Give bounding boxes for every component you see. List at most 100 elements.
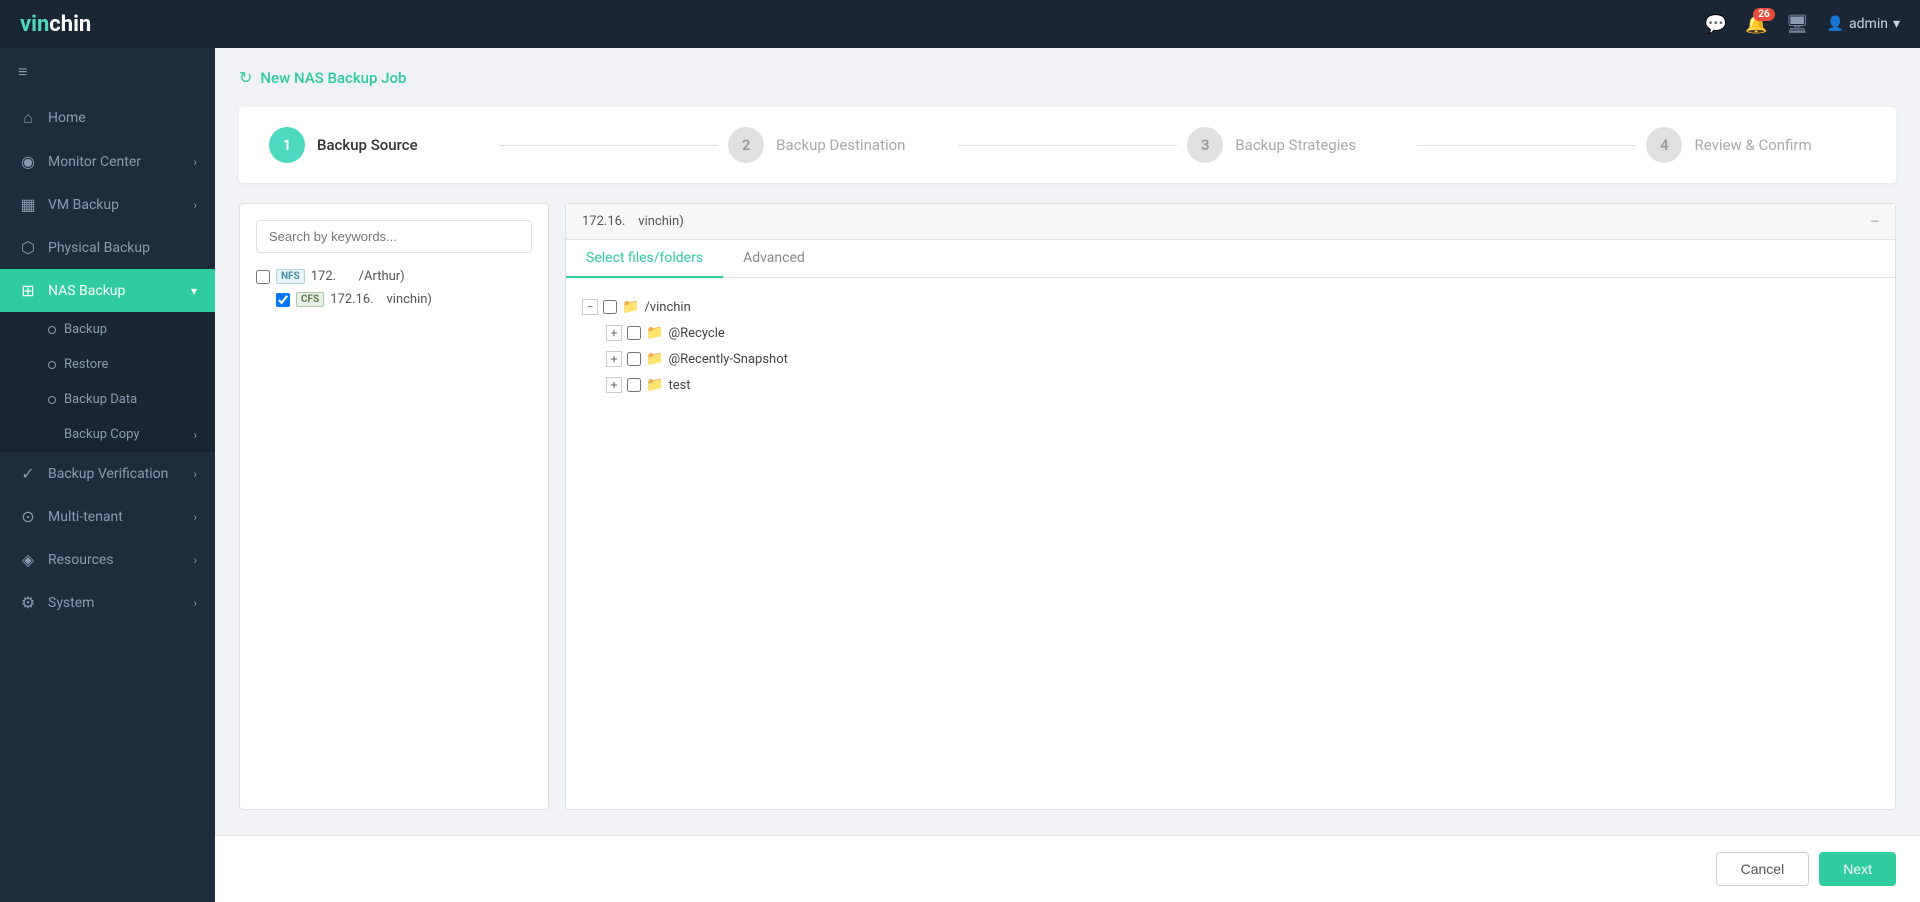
file-label-recycle: @Recycle — [668, 326, 724, 341]
folder-icon: 📁 — [646, 351, 663, 367]
system-icon: ⚙ — [18, 593, 38, 612]
navbar: vinchin 💬 🔔 26 🖥 👤 admin ▾ — [0, 0, 1920, 48]
messages-icon[interactable]: 💬 — [1705, 14, 1727, 35]
file-checkbox-snapshot[interactable] — [627, 352, 641, 366]
user-chevron-icon: ▾ — [1893, 16, 1900, 32]
sidebar-item-label: Home — [48, 110, 86, 126]
chevron-icon: › — [193, 467, 197, 481]
expand-icon[interactable]: + — [606, 351, 622, 367]
sidebar-item-label: Monitor Center — [48, 154, 141, 170]
wizard-divider-1 — [499, 145, 719, 146]
dot-icon — [48, 361, 56, 369]
tab-select-files[interactable]: Select files/folders — [566, 240, 723, 278]
file-tree-children: + 📁 @Recycle + 📁 @R — [582, 320, 1879, 398]
file-tree-item-snapshot[interactable]: + 📁 @Recently-Snapshot — [606, 346, 1879, 372]
multi-tenant-icon: ⊙ — [18, 507, 38, 526]
action-bar: Cancel Next — [215, 835, 1920, 902]
nas-backup-submenu: Backup Restore Backup Data Backup Copy › — [0, 312, 215, 452]
sidebar-item-label: Backup Verification — [48, 466, 168, 482]
step-label-1: Backup Source — [317, 136, 418, 154]
expand-icon[interactable]: + — [606, 325, 622, 341]
sidebar-item-monitor-center[interactable]: ◉ Monitor Center › — [0, 140, 215, 183]
nas-tree-item-nfs[interactable]: NFS 172. /Arthur) — [256, 265, 532, 288]
wizard-steps: 1 Backup Source 2 Backup Destination 3 B… — [239, 107, 1896, 183]
sidebar-item-label: Multi-tenant — [48, 509, 123, 525]
tab-advanced[interactable]: Advanced — [723, 240, 825, 278]
content-area: ↻ New NAS Backup Job 1 Backup Source 2 B… — [215, 48, 1920, 835]
chevron-icon: › — [193, 553, 197, 567]
sub-item-label: Backup Data — [64, 392, 137, 407]
wizard-step-1: 1 Backup Source — [269, 127, 489, 163]
step-label-3: Backup Strategies — [1235, 136, 1356, 154]
monitor-icon[interactable]: 🖥 — [1786, 14, 1809, 35]
logo-vin: vin — [20, 12, 49, 37]
expand-icon[interactable]: − — [582, 299, 598, 315]
right-panel: 172.16. vinchin) — Select files/folders … — [565, 203, 1896, 810]
sidebar-item-label: System — [48, 595, 94, 611]
panel-tabs: Select files/folders Advanced — [566, 240, 1895, 278]
file-checkbox-test[interactable] — [627, 378, 641, 392]
file-tree-item-recycle[interactable]: + 📁 @Recycle — [606, 320, 1879, 346]
sidebar-item-physical-backup[interactable]: ⬡ Physical Backup — [0, 226, 215, 269]
nas-checkbox-nfs[interactable] — [256, 270, 270, 284]
nas-source-tree: NFS 172. /Arthur) CFS 172.16. vinchin) — [256, 265, 532, 311]
step-number-3: 3 — [1187, 127, 1223, 163]
search-input[interactable] — [256, 220, 532, 253]
folder-icon: 📁 — [622, 299, 639, 315]
expand-icon[interactable]: + — [606, 377, 622, 393]
file-checkbox-recycle[interactable] — [627, 326, 641, 340]
panel-content: − 📁 /vinchin + 📁 — [566, 278, 1895, 809]
refresh-icon[interactable]: ↻ — [239, 68, 252, 87]
user-menu[interactable]: 👤 admin ▾ — [1827, 16, 1900, 32]
sub-item-label: Restore — [64, 357, 108, 372]
user-icon: 👤 — [1827, 16, 1844, 32]
sidebar-sub-item-backup-data[interactable]: Backup Data — [0, 382, 215, 417]
sidebar-item-backup-verification[interactable]: ✓ Backup Verification › — [0, 452, 215, 495]
nas-tree-item-cifs[interactable]: CFS 172.16. vinchin) — [256, 288, 532, 311]
nas-text-nfs: 172. /Arthur) — [311, 269, 405, 284]
sidebar-item-label: Resources — [48, 552, 114, 568]
sidebar-item-vm-backup[interactable]: ▦ VM Backup › — [0, 183, 215, 226]
step-label-2: Backup Destination — [776, 136, 905, 154]
logo-chin: chin — [49, 12, 91, 37]
sidebar-toggle[interactable]: ≡ — [0, 48, 215, 96]
file-label-test: test — [668, 378, 690, 393]
home-icon: ⌂ — [18, 108, 38, 128]
file-tree-item-test[interactable]: + 📁 test — [606, 372, 1879, 398]
chevron-icon: › — [193, 510, 197, 524]
wizard-step-2: 2 Backup Destination — [728, 127, 948, 163]
sub-item-label: Backup Copy — [64, 427, 140, 442]
file-checkbox-vinchin[interactable] — [603, 300, 617, 314]
chevron-icon: › — [193, 428, 197, 442]
collapse-icon[interactable]: — — [1870, 215, 1879, 228]
backup-verification-icon: ✓ — [18, 464, 38, 483]
cancel-button[interactable]: Cancel — [1716, 852, 1810, 886]
sidebar-item-label: NAS Backup — [48, 283, 125, 299]
user-name: admin — [1849, 16, 1888, 32]
notifications-icon[interactable]: 🔔 26 — [1745, 14, 1767, 35]
sidebar: ≡ ⌂ Home ◉ Monitor Center › ▦ VM Backup … — [0, 48, 215, 902]
sidebar-item-resources[interactable]: ◈ Resources › — [0, 538, 215, 581]
wizard-step-4: 4 Review & Confirm — [1646, 127, 1866, 163]
file-tree: − 📁 /vinchin + 📁 — [582, 294, 1879, 398]
chevron-icon: › — [193, 596, 197, 610]
dot-icon — [48, 431, 56, 439]
left-panel: NFS 172. /Arthur) CFS 172.16. vinchin) — [239, 203, 549, 810]
next-button[interactable]: Next — [1819, 852, 1896, 886]
sidebar-item-multi-tenant[interactable]: ⊙ Multi-tenant › — [0, 495, 215, 538]
resources-icon: ◈ — [18, 550, 38, 569]
sidebar-sub-item-backup[interactable]: Backup — [0, 312, 215, 347]
sidebar-sub-item-backup-copy[interactable]: Backup Copy › — [0, 417, 215, 452]
sidebar-item-home[interactable]: ⌂ Home — [0, 96, 215, 140]
nas-text-cifs: 172.16. vinchin) — [330, 292, 432, 307]
sidebar-item-nas-backup[interactable]: ⊞ NAS Backup ▾ — [0, 269, 215, 312]
sidebar-sub-item-restore[interactable]: Restore — [0, 347, 215, 382]
sidebar-item-system[interactable]: ⚙ System › — [0, 581, 215, 624]
file-label-snapshot: @Recently-Snapshot — [668, 352, 787, 367]
file-tree-root[interactable]: − 📁 /vinchin — [582, 294, 1879, 320]
nas-checkbox-cifs[interactable] — [276, 293, 290, 307]
wizard-divider-3 — [1417, 145, 1637, 146]
notification-badge: 26 — [1753, 8, 1774, 21]
page-title: New NAS Backup Job — [260, 69, 406, 87]
nas-backup-icon: ⊞ — [18, 281, 38, 300]
